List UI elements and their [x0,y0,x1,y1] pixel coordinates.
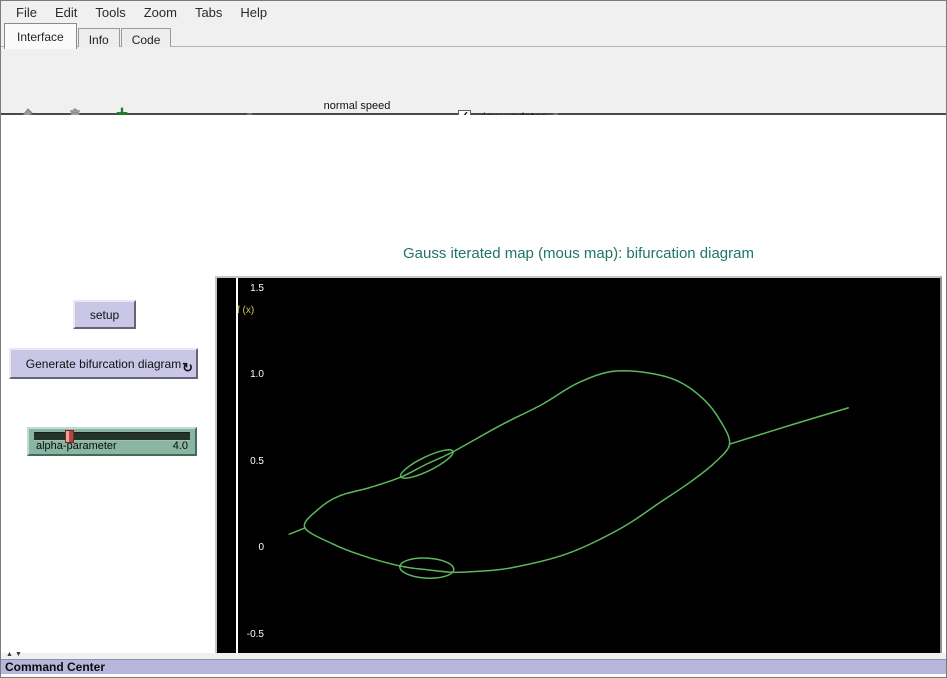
tab-bar: InterfaceInfoCode [1,23,946,47]
generate-button-label: Generate bifurcation diagram [26,357,181,371]
toolbar: Edit Delete + Add abc Button ▼ normal sp… [1,47,946,115]
menu-tabs[interactable]: Tabs [186,3,231,22]
slider-value: 4.0 [173,440,188,452]
command-center-header: Command Center [1,659,946,674]
menu-file[interactable]: File [7,3,46,22]
command-center-title: Command Center [1,660,946,674]
interface-canvas: Gauss iterated map (mous map): bifurcati… [1,115,946,653]
menu-edit[interactable]: Edit [46,3,86,22]
netlogo-window: FileEditToolsZoomTabsHelp InterfaceInfoC… [0,0,947,678]
series-attractor-loop [304,371,729,573]
menu-tools[interactable]: Tools [86,3,134,22]
forever-icon: ↻ [182,360,193,376]
command-center-body[interactable] [1,674,946,678]
menu-bar: FileEditToolsZoomTabsHelp [1,1,946,23]
alpha-parameter-slider[interactable]: alpha-parameter 4.0 [27,427,197,456]
speed-slider-label: normal speed [271,100,443,112]
bifurcation-plot: -1.0-0.500.51.01.51.00.50-0.5f (x)beta-p… [215,276,942,678]
plot-area: -1.0-0.500.51.01.51.00.50-0.5f (x)beta-p… [217,278,940,678]
plot-title: Gauss iterated map (mous map): bifurcati… [215,245,942,262]
splitter-arrows-icon[interactable]: ▲▼ [6,651,24,659]
tab-interface[interactable]: Interface [4,23,77,49]
bifurcation-curves [217,278,940,678]
menu-help[interactable]: Help [231,3,276,22]
series-left-stub [289,528,305,534]
series-upper-right-branch [730,408,849,444]
generate-bifurcation-button[interactable]: Generate bifurcation diagram ↻ [9,348,198,379]
slider-label: alpha-parameter [36,440,117,452]
menu-zoom[interactable]: Zoom [135,3,186,22]
setup-button[interactable]: setup [73,300,136,329]
